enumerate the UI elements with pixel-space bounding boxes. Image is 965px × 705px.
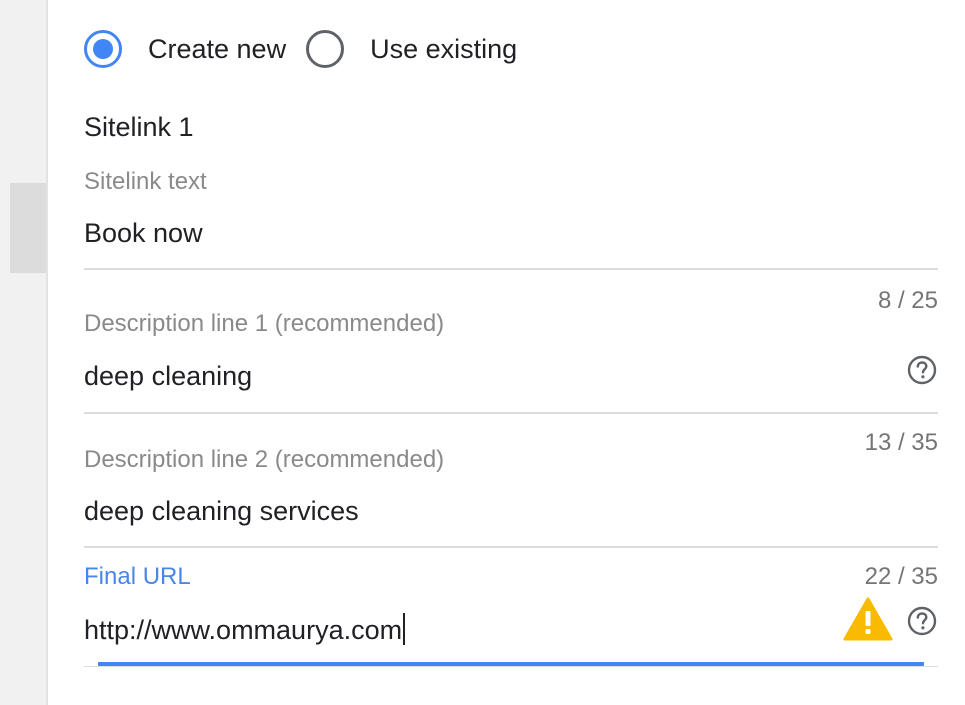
sitelink-text-label: Sitelink text bbox=[84, 168, 207, 195]
radio-create-new-label[interactable]: Create new bbox=[148, 34, 286, 65]
sitelink-mode-radio-group: Create new Use existing bbox=[84, 24, 537, 74]
radio-use-existing[interactable]: Use existing bbox=[306, 30, 537, 68]
radio-selected-dot bbox=[93, 39, 113, 59]
final-url-field[interactable]: Final URL 22 / 35 http://www.ommaurya.co… bbox=[84, 550, 938, 670]
sitelink-title: Sitelink 1 bbox=[84, 112, 194, 142]
radio-use-existing-circle[interactable] bbox=[306, 30, 345, 68]
description-line-2-label: Description line 2 (recommended) bbox=[84, 446, 445, 473]
description-line-2-counter: 13 / 35 bbox=[864, 429, 938, 456]
description-line-1-label: Description line 1 (recommended) bbox=[84, 310, 445, 337]
description-line-1-counter: 8 / 25 bbox=[877, 287, 938, 314]
radio-use-existing-label[interactable]: Use existing bbox=[370, 34, 517, 65]
final-url-input[interactable]: http://www.ommaurya.com bbox=[84, 613, 406, 646]
radio-create-new[interactable]: Create new bbox=[84, 30, 306, 68]
warning-triangle-icon[interactable] bbox=[843, 597, 893, 641]
description-line-2-underline bbox=[84, 546, 938, 548]
final-url-label: Final URL bbox=[84, 563, 191, 590]
description-line-2-input[interactable]: deep cleaning services bbox=[84, 496, 359, 527]
description-line-2-field[interactable]: 13 / 35 Description line 2 (recommended)… bbox=[84, 416, 938, 550]
final-url-counter: 22 / 35 bbox=[864, 563, 938, 590]
sitelink-text-underline bbox=[84, 268, 938, 270]
final-url-value: http://www.ommaurya.com bbox=[84, 615, 403, 645]
final-url-underline bbox=[84, 666, 938, 667]
description-line-1-input[interactable]: deep cleaning bbox=[84, 361, 252, 392]
sitelink-text-input[interactable]: Book now bbox=[84, 218, 203, 249]
sitelink-text-field[interactable]: Sitelink text Book now bbox=[84, 160, 938, 272]
description-line-1-underline bbox=[84, 412, 938, 414]
scroll-handle[interactable] bbox=[10, 183, 46, 273]
description-line-1-field[interactable]: 8 / 25 Description line 1 (recommended) … bbox=[84, 272, 938, 416]
text-cursor bbox=[403, 613, 406, 645]
sitelink-form: Create new Use existing Sitelink 1 Sitel… bbox=[84, 0, 938, 705]
left-gutter bbox=[0, 0, 48, 705]
help-circle-icon[interactable] bbox=[906, 354, 938, 386]
help-circle-icon[interactable] bbox=[906, 605, 938, 637]
radio-create-new-circle[interactable] bbox=[84, 30, 122, 68]
